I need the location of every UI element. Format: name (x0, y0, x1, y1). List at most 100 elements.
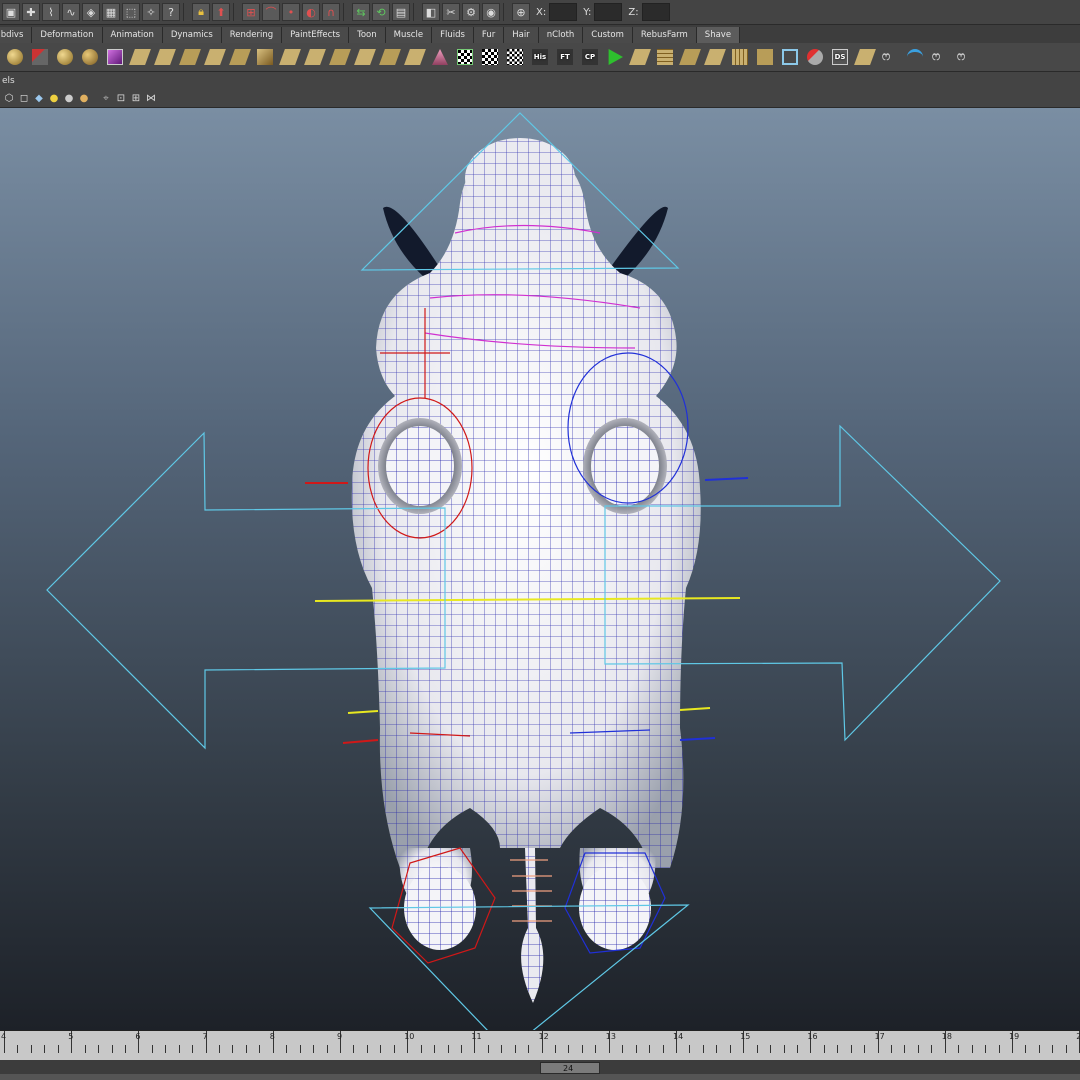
shelf-plane-select-icon[interactable] (154, 47, 176, 67)
shelf-patch-icon[interactable] (279, 47, 301, 67)
timeline-minor-tick (891, 1045, 893, 1053)
shelf-texture-grid-icon[interactable] (655, 47, 675, 67)
select-camera-icon[interactable]: ⌖ (100, 93, 112, 105)
isolate-select-icon[interactable]: ⊡ (115, 93, 127, 105)
pick-mask-curves-icon[interactable]: ∿ (62, 3, 80, 21)
snap-to-view-plane-icon[interactable]: ◐ (302, 3, 320, 21)
shelf-hair-blue-icon[interactable] (905, 47, 925, 67)
shelf-play-icon[interactable] (605, 47, 625, 67)
shelf-plane-icon[interactable] (129, 47, 151, 67)
tab-painteffects[interactable]: PaintEffects (282, 27, 350, 43)
shelf-wire-cube-icon[interactable] (780, 47, 800, 67)
current-frame-field[interactable]: 24 (540, 1062, 600, 1074)
shelf-checker-icon[interactable] (455, 47, 475, 67)
shelf-history-icon[interactable]: His (530, 47, 550, 67)
timeline-minor-tick (864, 1045, 866, 1053)
shelf-patch-bevel-icon[interactable] (379, 47, 401, 67)
shelf-texture-red-icon[interactable] (629, 47, 651, 67)
panels-menu[interactable]: els (2, 76, 15, 86)
make-live-icon[interactable]: ∩ (322, 3, 340, 21)
hypershade-icon[interactable]: ◉ (482, 3, 500, 21)
tab-rebusfarm[interactable]: RebusFarm (632, 27, 697, 43)
tab-animation[interactable]: Animation (102, 27, 163, 43)
transform-field-mode-icon[interactable]: ⊕ (512, 3, 530, 21)
tab-deformation[interactable]: Deformation (32, 27, 103, 43)
timeline-minor-tick (380, 1045, 382, 1053)
input-output-icon[interactable]: ⇆ (352, 3, 370, 21)
shelf-checker-flag-icon[interactable] (505, 47, 525, 67)
tab-hair[interactable]: Hair (504, 27, 539, 43)
help-icon[interactable]: ? (162, 3, 180, 21)
tab-muscle[interactable]: Muscle (385, 27, 433, 43)
pick-mask-lattice-icon[interactable]: ▦ (102, 3, 120, 21)
shelf-lattice-point-icon[interactable] (755, 47, 775, 67)
shelf-globe-icon[interactable] (55, 47, 75, 67)
shelf-checker-square-icon[interactable] (480, 47, 500, 67)
tab-fur[interactable]: Fur (473, 27, 505, 43)
shadows-icon[interactable]: ● (78, 93, 90, 105)
pick-mask-dynamics-icon[interactable]: ✧ (142, 3, 160, 21)
tab-custom[interactable]: Custom (583, 27, 633, 43)
shelf-cube-icon[interactable] (255, 47, 275, 67)
shelf-patch-loft-icon[interactable] (329, 47, 351, 67)
lock-selection-icon[interactable]: 🔒︎ (192, 3, 210, 21)
snap-to-curve-icon[interactable]: ⌒ (262, 3, 280, 21)
shelf-lattice-icon[interactable] (730, 47, 750, 67)
tab-shave[interactable]: Shave (696, 27, 741, 43)
shelf-pyramid-icon[interactable] (430, 47, 450, 67)
shelf-plane-split-icon[interactable] (229, 47, 251, 67)
snap-to-point-icon[interactable]: • (282, 3, 300, 21)
shelf-purple-cube-icon[interactable] (105, 47, 125, 67)
shelf-hair-style-icon[interactable]: ෆ (955, 47, 975, 67)
shelf-texture-stack-icon[interactable] (704, 47, 726, 67)
tab-rendering[interactable]: Rendering (221, 27, 283, 43)
construction-history-icon[interactable]: ⟲ (372, 3, 390, 21)
highlight-selection-icon[interactable]: ⬆ (212, 3, 230, 21)
xray-icon[interactable]: ⊞ (130, 93, 142, 105)
shelf-patch-extrude-icon[interactable] (354, 47, 376, 67)
tab-subdivs[interactable]: Subdivs (0, 27, 33, 43)
viewport-persp[interactable]: persp (0, 108, 1080, 1030)
pick-mask-deformers-icon[interactable]: ⬚ (122, 3, 140, 21)
shelf-texture-flat-icon[interactable] (679, 47, 701, 67)
default-light-icon[interactable]: ● (48, 93, 60, 105)
time-slider[interactable]: 4 5 6 7 8 9 10 11 12 13 14 15 16 17 18 19 20 (0, 1030, 1080, 1061)
shelf-paint-brush-icon[interactable] (805, 47, 825, 67)
tab-toon[interactable]: Toon (349, 27, 386, 43)
render-current-frame-icon[interactable]: ▤ (392, 3, 410, 21)
shelf-globe-wire-icon[interactable] (80, 47, 100, 67)
smooth-shade-icon[interactable]: ◻ (18, 93, 30, 105)
pick-mask-surfaces-icon[interactable]: ◈ (82, 3, 100, 21)
shelf-hair-comb-icon[interactable]: ෆ (930, 47, 950, 67)
z-field[interactable] (641, 3, 670, 21)
range-track[interactable] (0, 1074, 1080, 1080)
shelf-freeze-transform-icon[interactable]: FT (555, 47, 575, 67)
snap-to-grid-icon[interactable]: ⊞ (242, 3, 260, 21)
tab-dynamics[interactable]: Dynamics (162, 27, 222, 43)
select-by-object-type-icon[interactable]: ✚ (22, 3, 40, 21)
textured-icon[interactable]: ◆ (33, 93, 45, 105)
y-field[interactable] (594, 3, 623, 21)
shelf-hair-curl-icon[interactable]: ෆ (880, 47, 900, 67)
wireframe-icon[interactable]: ⬡ (3, 93, 15, 105)
shelf-file-red-icon[interactable] (854, 47, 876, 67)
shelf-patch-red-icon[interactable] (304, 47, 326, 67)
shelf-center-pivot-icon[interactable]: CP (580, 47, 600, 67)
shelf-sphere-icon[interactable] (5, 47, 25, 67)
shelf-plane-stack-icon[interactable] (179, 47, 201, 67)
range-slider[interactable]: 24 (0, 1060, 1080, 1080)
component-mode-icon[interactable]: ⌇ (42, 3, 60, 21)
all-lights-icon[interactable]: ● (63, 93, 75, 105)
tab-fluids[interactable]: Fluids (432, 27, 474, 43)
tab-ncloth[interactable]: nCloth (538, 27, 584, 43)
shelf-plane-add-icon[interactable] (204, 47, 226, 67)
select-by-hierarchy-icon[interactable]: ▣ (2, 3, 20, 21)
ipr-render-icon[interactable]: ✂ (442, 3, 460, 21)
shelf-patch-fillet-icon[interactable] (404, 47, 426, 67)
x-field[interactable] (549, 3, 578, 21)
shelf-curve-tool-icon[interactable] (30, 47, 50, 67)
render-view-icon[interactable]: ◧ (422, 3, 440, 21)
render-settings-icon[interactable]: ⚙ (462, 3, 480, 21)
shelf-ds-script-icon[interactable]: DS (830, 47, 850, 67)
xray-joints-icon[interactable]: ⋈ (145, 93, 157, 105)
